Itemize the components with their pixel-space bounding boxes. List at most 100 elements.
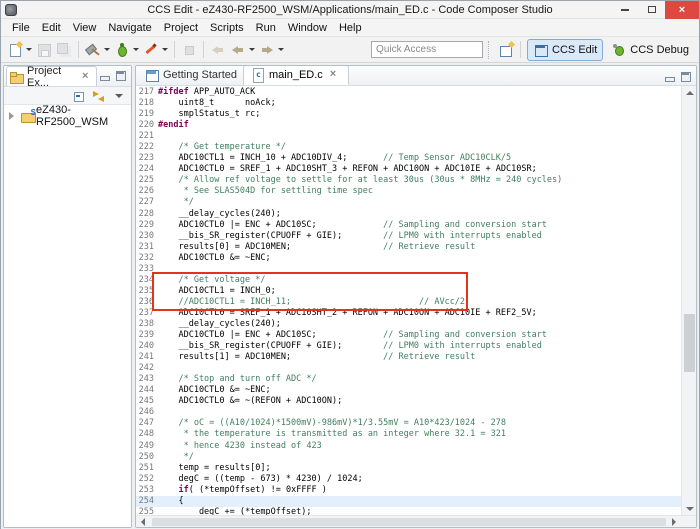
code-text: smplStatus_t rc; bbox=[158, 109, 261, 120]
close-icon[interactable] bbox=[326, 67, 342, 83]
menu-window[interactable]: Window bbox=[282, 20, 333, 36]
line-number[interactable]: 225 bbox=[136, 175, 158, 186]
dropdown-caret-icon[interactable] bbox=[104, 48, 110, 51]
dropdown-caret-icon[interactable] bbox=[133, 48, 139, 51]
build-button[interactable] bbox=[83, 41, 112, 59]
menu-edit[interactable]: Edit bbox=[36, 20, 67, 36]
debug-button[interactable] bbox=[112, 41, 141, 59]
line-number[interactable]: 227 bbox=[136, 197, 158, 208]
line-number[interactable]: 228 bbox=[136, 209, 158, 220]
line-number[interactable]: 241 bbox=[136, 352, 158, 363]
line-number[interactable]: 234 bbox=[136, 275, 158, 286]
window-maximize-button[interactable] bbox=[638, 1, 665, 19]
line-number[interactable]: 220 bbox=[136, 120, 158, 131]
line-number[interactable]: 236 bbox=[136, 297, 158, 308]
project-tree: eZ430-RF2500_WSM bbox=[4, 104, 131, 527]
dropdown-caret-icon[interactable] bbox=[162, 48, 168, 51]
line-number[interactable]: 255 bbox=[136, 507, 158, 515]
dropdown-caret-icon[interactable] bbox=[278, 48, 284, 51]
horizontal-scrollbar-thumb[interactable] bbox=[152, 518, 666, 526]
new-file-button[interactable] bbox=[5, 41, 34, 59]
forward-button[interactable] bbox=[257, 41, 286, 59]
open-perspective-button[interactable] bbox=[496, 41, 516, 59]
line-number[interactable]: 249 bbox=[136, 441, 158, 452]
line-number[interactable]: 242 bbox=[136, 363, 158, 374]
dropdown-caret-icon[interactable] bbox=[26, 48, 32, 51]
line-number[interactable]: 229 bbox=[136, 220, 158, 231]
menu-run[interactable]: Run bbox=[250, 20, 282, 36]
code-line: 241 results[1] = ADC10MEN; // Retrieve r… bbox=[136, 352, 681, 363]
flash-button[interactable] bbox=[141, 41, 170, 59]
line-number[interactable]: 254 bbox=[136, 496, 158, 507]
scroll-up-button[interactable] bbox=[682, 86, 696, 99]
line-number[interactable]: 253 bbox=[136, 485, 158, 496]
code-text: * the temperature is transmitted as an i… bbox=[158, 429, 506, 440]
line-number[interactable]: 222 bbox=[136, 142, 158, 153]
link-editor-button[interactable] bbox=[89, 87, 109, 105]
perspective-ccs-debug[interactable]: CCS Debug bbox=[605, 39, 695, 61]
save-all-icon bbox=[56, 42, 72, 58]
line-number[interactable]: 250 bbox=[136, 452, 158, 463]
line-number[interactable]: 251 bbox=[136, 463, 158, 474]
editor-body: 217 #ifdef APP_AUTO_ACK 218 uint8_t noAck;… bbox=[136, 86, 696, 515]
horizontal-scrollbar[interactable] bbox=[136, 515, 696, 527]
scroll-right-button[interactable] bbox=[667, 516, 681, 527]
line-number[interactable]: 240 bbox=[136, 341, 158, 352]
vertical-scrollbar[interactable] bbox=[681, 86, 696, 515]
vertical-scrollbar-thumb[interactable] bbox=[684, 314, 695, 372]
close-icon[interactable] bbox=[78, 69, 94, 85]
tab-project-explorer[interactable]: Project Ex... bbox=[6, 66, 97, 89]
tree-item-ez430-rf2500-wsm[interactable]: eZ430-RF2500_WSM bbox=[4, 104, 131, 128]
minimize-panel-icon[interactable] bbox=[662, 69, 678, 85]
scroll-down-button[interactable] bbox=[682, 502, 696, 515]
menu-help[interactable]: Help bbox=[333, 20, 368, 36]
back-button[interactable] bbox=[228, 41, 257, 59]
menu-project[interactable]: Project bbox=[158, 20, 204, 36]
scroll-left-button[interactable] bbox=[136, 516, 150, 527]
ccs-debug-icon bbox=[611, 42, 627, 58]
line-number[interactable]: 245 bbox=[136, 396, 158, 407]
maximize-panel-icon[interactable] bbox=[113, 68, 129, 84]
quick-access-input[interactable] bbox=[371, 41, 484, 58]
forward-icon bbox=[259, 42, 275, 58]
line-number[interactable]: 224 bbox=[136, 164, 158, 175]
line-number[interactable]: 221 bbox=[136, 131, 158, 142]
view-menu-button[interactable] bbox=[109, 87, 129, 105]
line-number[interactable]: 232 bbox=[136, 253, 158, 264]
menu-scripts[interactable]: Scripts bbox=[204, 20, 250, 36]
line-number[interactable]: 231 bbox=[136, 242, 158, 253]
line-number[interactable]: 238 bbox=[136, 319, 158, 330]
menu-file[interactable]: File bbox=[6, 20, 36, 36]
perspective-ccs-edit[interactable]: CCS Edit bbox=[527, 38, 604, 61]
line-number[interactable]: 237 bbox=[136, 308, 158, 319]
line-number[interactable]: 243 bbox=[136, 374, 158, 385]
line-number[interactable]: 239 bbox=[136, 330, 158, 341]
line-number[interactable]: 226 bbox=[136, 186, 158, 197]
line-number[interactable]: 246 bbox=[136, 407, 158, 418]
line-number[interactable]: 248 bbox=[136, 429, 158, 440]
code-text: temp = results[0]; bbox=[158, 462, 271, 473]
maximize-panel-icon[interactable] bbox=[678, 69, 694, 85]
menu-navigate[interactable]: Navigate bbox=[102, 20, 157, 36]
code-text: /* Allow ref voltage to settle for at le… bbox=[158, 175, 563, 186]
line-number[interactable]: 244 bbox=[136, 385, 158, 396]
line-number[interactable]: 219 bbox=[136, 109, 158, 120]
expander-icon[interactable] bbox=[4, 108, 20, 124]
code-editor[interactable]: 217 #ifdef APP_AUTO_ACK 218 uint8_t noAck;… bbox=[136, 86, 681, 515]
line-number[interactable]: 247 bbox=[136, 418, 158, 429]
line-number[interactable]: 252 bbox=[136, 474, 158, 485]
dropdown-caret-icon[interactable] bbox=[249, 48, 255, 51]
line-number[interactable]: 235 bbox=[136, 286, 158, 297]
window-close-button[interactable]: × bbox=[665, 0, 699, 19]
line-number[interactable]: 217 bbox=[136, 87, 158, 98]
collapse-all-button[interactable] bbox=[69, 87, 89, 105]
tab-getting-started[interactable]: Getting Started bbox=[138, 66, 243, 85]
window-minimize-button[interactable] bbox=[611, 1, 638, 19]
line-number[interactable]: 230 bbox=[136, 231, 158, 242]
line-number[interactable]: 223 bbox=[136, 153, 158, 164]
line-number[interactable]: 218 bbox=[136, 98, 158, 109]
menu-view[interactable]: View bbox=[67, 20, 103, 36]
line-number[interactable]: 233 bbox=[136, 264, 158, 275]
minimize-panel-icon[interactable] bbox=[97, 68, 113, 84]
tab-main-ed-c[interactable]: main_ED.c bbox=[243, 66, 349, 85]
